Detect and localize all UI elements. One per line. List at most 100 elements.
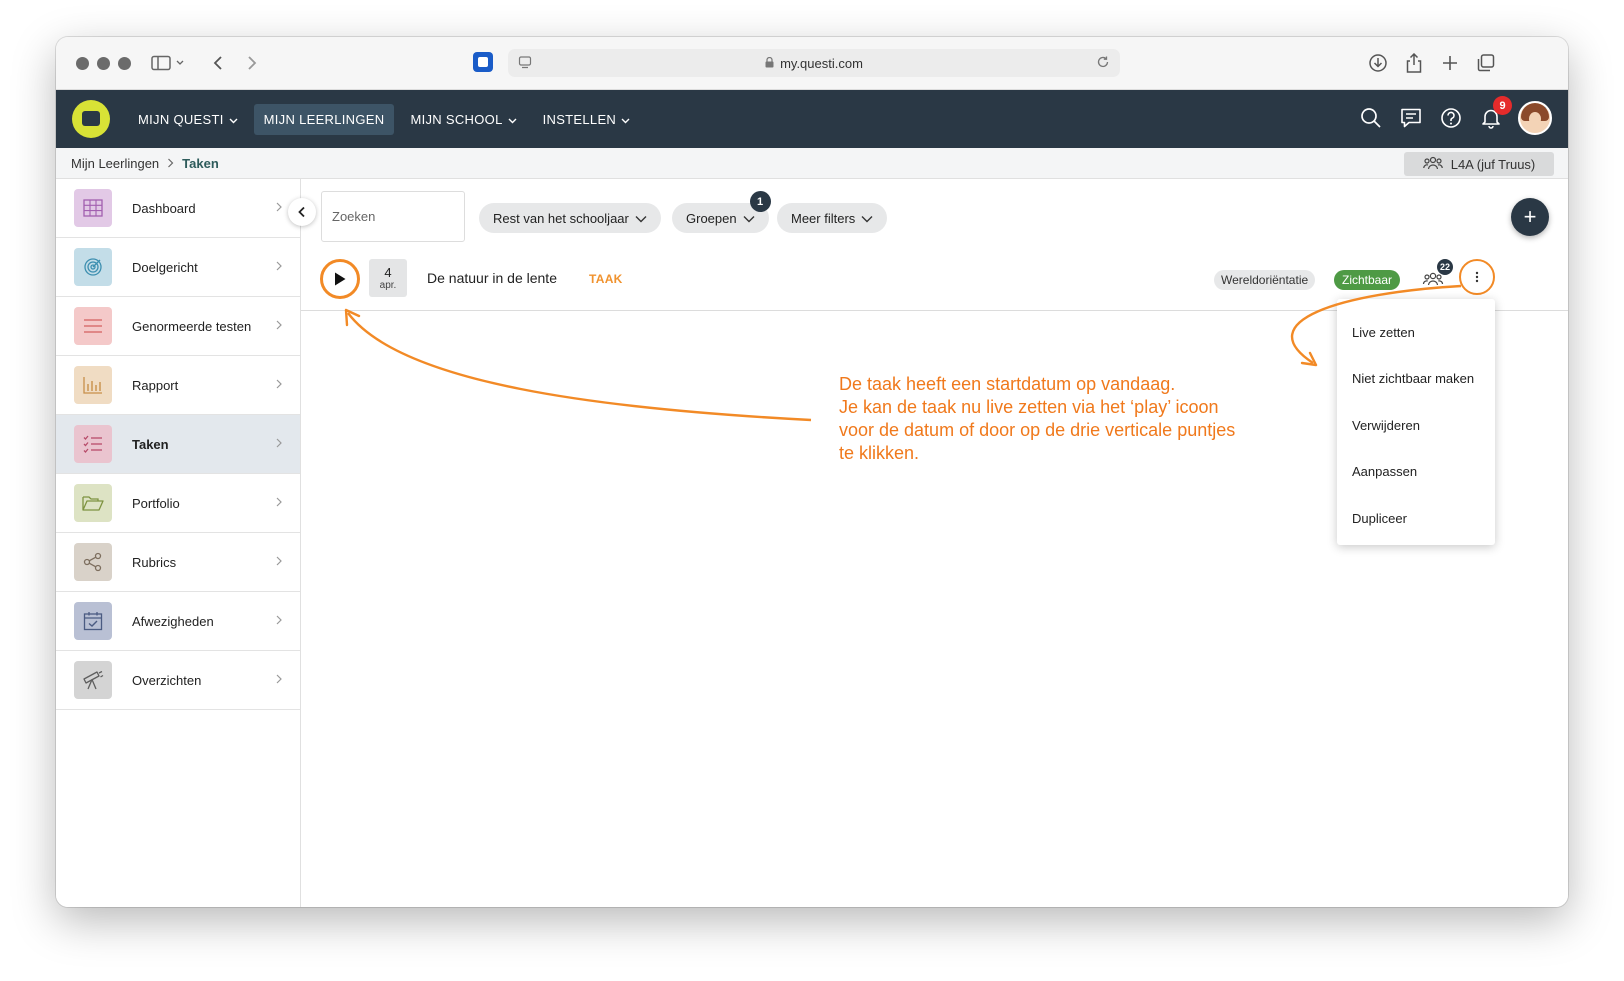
chevron-down-icon [229, 112, 238, 127]
share-nodes-icon [74, 543, 112, 581]
sidebar-item-afwezigheden[interactable]: Afwezigheden [56, 592, 300, 651]
arrowhead-menu [1300, 351, 1318, 367]
chevron-right-icon [276, 437, 282, 451]
main-content: Rest van het schooljaar Groepen 1 Meer f… [301, 179, 1568, 907]
period-filter-label: Rest van het schooljaar [493, 210, 629, 226]
download-icon[interactable] [1366, 50, 1390, 76]
help-icon[interactable] [1438, 105, 1464, 131]
back-icon[interactable] [206, 50, 230, 76]
zoom-window-button[interactable] [118, 57, 131, 70]
nav-item-label: MIJN QUESTI [138, 112, 224, 127]
share-icon[interactable] [1402, 50, 1426, 76]
vertical-dots-icon [1475, 271, 1479, 283]
close-window-button[interactable] [76, 57, 89, 70]
forward-icon[interactable] [240, 50, 264, 76]
window-controls [76, 57, 131, 70]
search-input[interactable] [321, 191, 465, 242]
calendar-check-icon [74, 602, 112, 640]
class-selector-button[interactable]: L4A (juf Truus) [1404, 152, 1554, 176]
groups-filter-dropdown[interactable]: Groepen 1 [672, 191, 771, 233]
sidebar-item-rapport[interactable]: Rapport [56, 356, 300, 415]
annotation-line: te klikken. [839, 443, 920, 463]
task-date-day: 4 [384, 264, 392, 280]
nav-item-mijn-questi[interactable]: MIJN QUESTI [128, 104, 248, 135]
sidebar-item-label: Rapport [132, 377, 179, 393]
annotation-line: De taak heeft een startdatum op vandaag. [839, 374, 1176, 394]
sidebar-item-label: Overzichten [132, 672, 202, 688]
menu-item-verwijderen[interactable]: Verwijderen [1337, 402, 1495, 449]
lock-icon [765, 56, 774, 71]
chevron-right-icon [276, 555, 282, 569]
nav-item-mijn-leerlingen[interactable]: MIJN LEERLINGEN [253, 104, 395, 135]
annotation-line: voor de datum of door op de drie vertica… [839, 420, 1236, 440]
telescope-icon [74, 661, 112, 699]
tab-overview-icon[interactable] [1474, 50, 1498, 76]
chevron-right-icon [276, 201, 282, 215]
groups-filter-label: Groepen [686, 210, 737, 226]
chevron-right-icon [276, 378, 282, 392]
minimize-window-button[interactable] [97, 57, 110, 70]
sidebar-item-dashboard[interactable]: Dashboard [56, 179, 300, 238]
search-icon[interactable] [1358, 105, 1384, 131]
questi-logo[interactable] [72, 100, 110, 138]
sidebar: Dashboard Doelgericht Genormeerde testen Ra… [56, 179, 301, 907]
group-icon [1422, 156, 1443, 173]
nav-item-label: INSTELLEN [542, 112, 617, 127]
groups-filter-count-badge: 1 [749, 191, 771, 212]
add-task-button[interactable]: + [1511, 198, 1549, 236]
breadcrumb-parent-link[interactable]: Mijn Leerlingen [71, 156, 159, 171]
chevron-down-icon [861, 211, 873, 226]
sidebar-item-doelgericht[interactable]: Doelgericht [56, 238, 300, 297]
chevron-right-icon [276, 260, 282, 274]
app-navbar: MIJN QUESTI MIJN LEERLINGEN MIJN SCHOOL INS… [56, 90, 1568, 148]
task-title[interactable]: De natuur in de lente [427, 270, 557, 286]
sidebar-item-genormeerde-testen[interactable]: Genormeerde testen [56, 297, 300, 356]
list-lines-icon [74, 307, 112, 345]
chevron-down-icon [508, 112, 517, 127]
sidebar-item-label: Genormeerde testen [132, 318, 252, 334]
browser-toolbar: my.questi.com [56, 37, 1568, 90]
arrow-to-play-button [347, 312, 812, 422]
page-icon [518, 55, 532, 72]
url-text: my.questi.com [780, 55, 863, 71]
grid-icon [74, 189, 112, 227]
address-bar[interactable]: my.questi.com [508, 49, 1120, 77]
menu-item-niet-zichtbaar-maken[interactable]: Niet zichtbaar maken [1337, 356, 1495, 403]
sidebar-item-portfolio[interactable]: Portfolio [56, 474, 300, 533]
sidebar-item-label: Portfolio [132, 495, 180, 511]
menu-item-dupliceer[interactable]: Dupliceer [1337, 495, 1495, 542]
chevron-right-icon [276, 673, 282, 687]
more-options-button[interactable] [1459, 259, 1495, 295]
breadcrumb: Mijn Leerlingen Taken [71, 156, 219, 171]
breadcrumb-current: Taken [182, 156, 219, 171]
sidebar-item-label: Doelgericht [132, 259, 198, 275]
sidebar-toggle-icon[interactable] [148, 50, 188, 76]
messages-icon[interactable] [1398, 105, 1424, 131]
period-filter-dropdown[interactable]: Rest van het schooljaar [479, 203, 661, 233]
nav-item-mijn-school[interactable]: MIJN SCHOOL [400, 104, 526, 135]
new-tab-icon[interactable] [1438, 50, 1462, 76]
chevron-down-icon [621, 112, 630, 127]
subject-tag: Wereldoriëntatie [1214, 270, 1316, 290]
collapse-sidebar-button[interactable] [288, 198, 316, 226]
reload-icon[interactable] [1096, 55, 1110, 72]
sidebar-item-overzichten[interactable]: Overzichten [56, 651, 300, 710]
annotation-line: Je kan de taak nu live zetten via het ‘p… [839, 397, 1219, 417]
more-filters-dropdown[interactable]: Meer filters [777, 203, 888, 233]
annotation-text: De taak heeft een startdatum op vandaag.… [839, 373, 1309, 465]
user-avatar[interactable] [1518, 101, 1552, 135]
sidebar-item-rubrics[interactable]: Rubrics [56, 533, 300, 592]
menu-item-live-zetten[interactable]: Live zetten [1337, 309, 1495, 356]
breadcrumb-separator-icon [167, 156, 174, 171]
visibility-badge: Zichtbaar [1334, 270, 1401, 290]
play-icon [335, 272, 346, 286]
menu-item-aanpassen[interactable]: Aanpassen [1337, 449, 1495, 496]
task-context-menu: Live zetten Niet zichtbaar maken Verwijder… [1337, 299, 1495, 545]
play-button[interactable] [320, 259, 360, 299]
checklist-icon [74, 425, 112, 463]
task-date: 4 apr. [369, 259, 407, 297]
nav-item-instellen[interactable]: INSTELLEN [533, 104, 641, 135]
sidebar-item-taken[interactable]: Taken [56, 415, 300, 474]
sidebar-item-label: Taken [132, 436, 169, 452]
notifications-icon[interactable]: 9 [1478, 96, 1512, 131]
